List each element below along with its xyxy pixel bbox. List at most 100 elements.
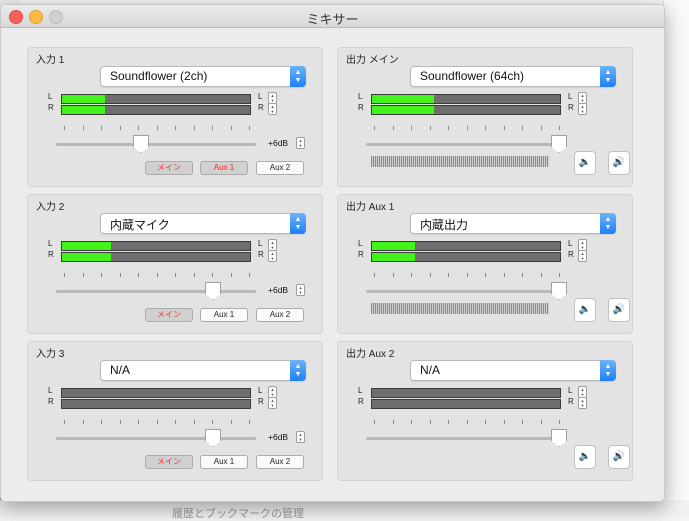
title-bar: ミキサー: [1, 5, 664, 28]
meter-fill: [372, 106, 435, 114]
channel-stepper[interactable]: ▲ ▼: [578, 103, 587, 115]
channel-stepper[interactable]: ▲ ▼: [268, 397, 277, 409]
route-button[interactable]: メイン: [145, 161, 193, 175]
fader-track[interactable]: [56, 282, 256, 300]
gain-stepper[interactable]: ▲ ▼: [296, 431, 305, 443]
fader-thumb[interactable]: [205, 282, 221, 300]
fader-tick: [119, 126, 121, 130]
fader-tick: [522, 420, 523, 424]
fader-tick: [448, 420, 449, 424]
route-button[interactable]: Aux 2: [256, 161, 304, 175]
meter-channel-label: L: [258, 386, 263, 395]
fader-tick: [212, 273, 213, 277]
meter-channel-label: R: [48, 103, 54, 112]
fader-tick: [503, 420, 505, 424]
channel-stepper[interactable]: ▲ ▼: [268, 250, 277, 262]
level-meter-l: [61, 388, 251, 398]
route-button[interactable]: Aux 1: [200, 161, 248, 175]
chevron-up-down-icon: ▲ ▼: [600, 66, 616, 87]
fader-thumb[interactable]: [551, 282, 567, 300]
input-panel: 入力 3 N/A ▲ ▼ L L ▲ ▼ R R ▲ ▼ +6dB ▲ ▼ メイン Aux 1 Aux 2: [27, 341, 323, 481]
fader-thumb[interactable]: [205, 429, 221, 447]
mixer-window: ミキサー 入力 1 Soundflower (2ch) ▲ ▼ L L ▲ ▼ R R ▲ ▼ +6dB…: [0, 4, 665, 502]
meter-channel-label: L: [258, 239, 263, 248]
channel-stepper[interactable]: ▲ ▼: [578, 397, 587, 409]
meter-fill: [62, 253, 111, 261]
source-select[interactable]: Soundflower (2ch) ▲ ▼: [100, 66, 306, 87]
select-value: N/A: [420, 363, 441, 377]
fader-tick: [156, 420, 158, 424]
fader-thumb[interactable]: [551, 135, 567, 153]
fader-track[interactable]: [56, 135, 256, 153]
volume-up-button[interactable]: 🔊: [608, 151, 630, 175]
fader-tick: [82, 273, 84, 277]
fader-track[interactable]: [56, 429, 256, 447]
fader-track[interactable]: [366, 135, 567, 153]
fader-tick: [540, 126, 542, 130]
route-button[interactable]: メイン: [145, 455, 193, 469]
fader-tick: [212, 420, 213, 424]
chevron-up-down-icon: ▲ ▼: [290, 213, 306, 234]
fader-tick: [559, 273, 560, 277]
volume-down-button[interactable]: 🔈: [574, 151, 596, 175]
route-button[interactable]: Aux 1: [200, 455, 248, 469]
gain-stepper[interactable]: ▲ ▼: [296, 137, 305, 149]
fader-tick: [392, 420, 394, 424]
volume-up-button[interactable]: 🔊: [608, 445, 630, 469]
fader-tick: [522, 126, 523, 130]
volume-down-button[interactable]: 🔈: [574, 445, 596, 469]
meter-fill: [372, 253, 416, 261]
source-select[interactable]: 内蔵マイク ▲ ▼: [100, 213, 306, 234]
fader-tick: [429, 126, 431, 130]
meter-channel-label: L: [568, 386, 573, 395]
fader-tick: [193, 126, 195, 130]
gain-stepper[interactable]: ▲ ▼: [296, 284, 305, 296]
route-button[interactable]: Aux 2: [256, 455, 304, 469]
fader-tick: [374, 273, 375, 277]
fader-tick: [559, 126, 560, 130]
meter-channel-label: L: [258, 92, 263, 101]
chevron-up-down-icon: ▲ ▼: [600, 213, 616, 234]
device-select[interactable]: Soundflower (64ch) ▲ ▼: [410, 66, 616, 87]
device-select[interactable]: 内蔵出力 ▲ ▼: [410, 213, 616, 234]
level-meter-r: [61, 399, 251, 409]
fader-tick: [156, 126, 158, 130]
panel-title: 出力 Aux 1: [346, 202, 395, 213]
speaker-high-icon: 🔊: [612, 157, 626, 168]
fader-tick: [485, 273, 486, 277]
meter-channel-label: R: [258, 397, 264, 406]
level-meter-r: [61, 252, 251, 262]
route-button[interactable]: メイン: [145, 308, 193, 322]
fader-thumb[interactable]: [133, 135, 149, 153]
fader-tick: [156, 273, 158, 277]
fader-tick: [503, 126, 505, 130]
fader-track[interactable]: [366, 282, 567, 300]
volume-up-button[interactable]: 🔊: [608, 298, 630, 322]
select-value: 内蔵出力: [420, 218, 469, 232]
fader-track[interactable]: [366, 429, 567, 447]
meter-channel-label: R: [358, 250, 364, 259]
meter-channel-label: L: [48, 386, 53, 395]
channel-stepper[interactable]: ▲ ▼: [578, 250, 587, 262]
meter-fill: [372, 242, 416, 250]
meter-channel-label: L: [48, 92, 53, 101]
chevron-up-down-icon: ▲ ▼: [600, 360, 616, 381]
output-panel: 出力 Aux 2 N/A ▲ ▼ L L ▲ ▼ R R ▲ ▼ 🔈 🔊: [337, 341, 633, 481]
gain-label: +6dB: [268, 285, 289, 295]
source-select[interactable]: N/A ▲ ▼: [100, 360, 306, 381]
window-title: ミキサー: [306, 12, 359, 27]
speaker-low-icon: 🔈: [578, 451, 592, 462]
fader-ticks: [64, 126, 254, 132]
fader-thumb[interactable]: [551, 429, 567, 447]
fader-tick: [230, 420, 232, 424]
route-button[interactable]: Aux 2: [256, 308, 304, 322]
volume-down-button[interactable]: 🔈: [574, 298, 596, 322]
device-select[interactable]: N/A ▲ ▼: [410, 360, 616, 381]
fader-tick: [64, 273, 65, 277]
route-button[interactable]: Aux 1: [200, 308, 248, 322]
fader-tick: [138, 273, 139, 277]
fader-tick: [175, 126, 176, 130]
fader-tick: [503, 273, 505, 277]
channel-stepper[interactable]: ▲ ▼: [268, 103, 277, 115]
fader-tick: [119, 273, 121, 277]
